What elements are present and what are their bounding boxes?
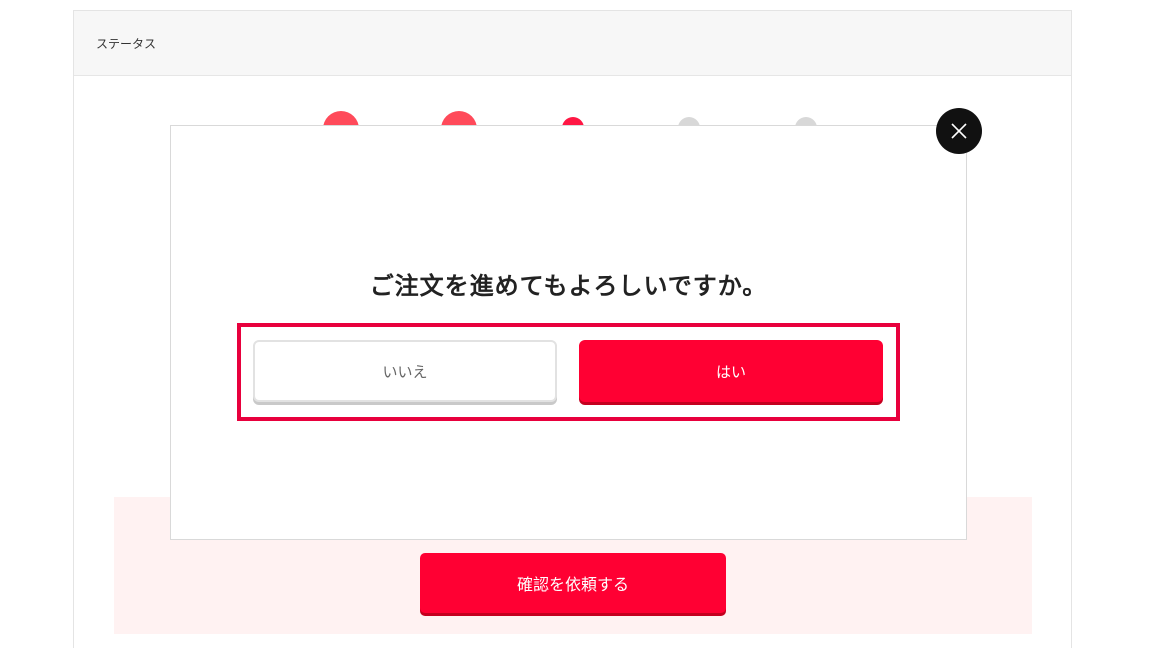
yes-button-label: はい bbox=[715, 362, 746, 381]
yes-button[interactable]: はい bbox=[579, 340, 883, 402]
status-header: ステータス bbox=[74, 11, 1071, 76]
close-icon bbox=[951, 123, 967, 139]
request-confirmation-label: 確認を依頼する bbox=[516, 575, 629, 594]
dialog-title: ご注文を進めてもよろしいですか。 bbox=[369, 272, 768, 300]
no-button[interactable]: いいえ bbox=[253, 340, 557, 402]
request-confirmation-button[interactable]: 確認を依頼する bbox=[420, 553, 726, 613]
no-button-label: いいえ bbox=[382, 362, 428, 381]
page: ステータス 確認を依頼する ご注文を進めてもよろしいですか。 いいえ はい bbox=[0, 0, 1152, 648]
dialog-close-button[interactable] bbox=[936, 108, 982, 154]
status-header-label: ステータス bbox=[96, 36, 157, 51]
